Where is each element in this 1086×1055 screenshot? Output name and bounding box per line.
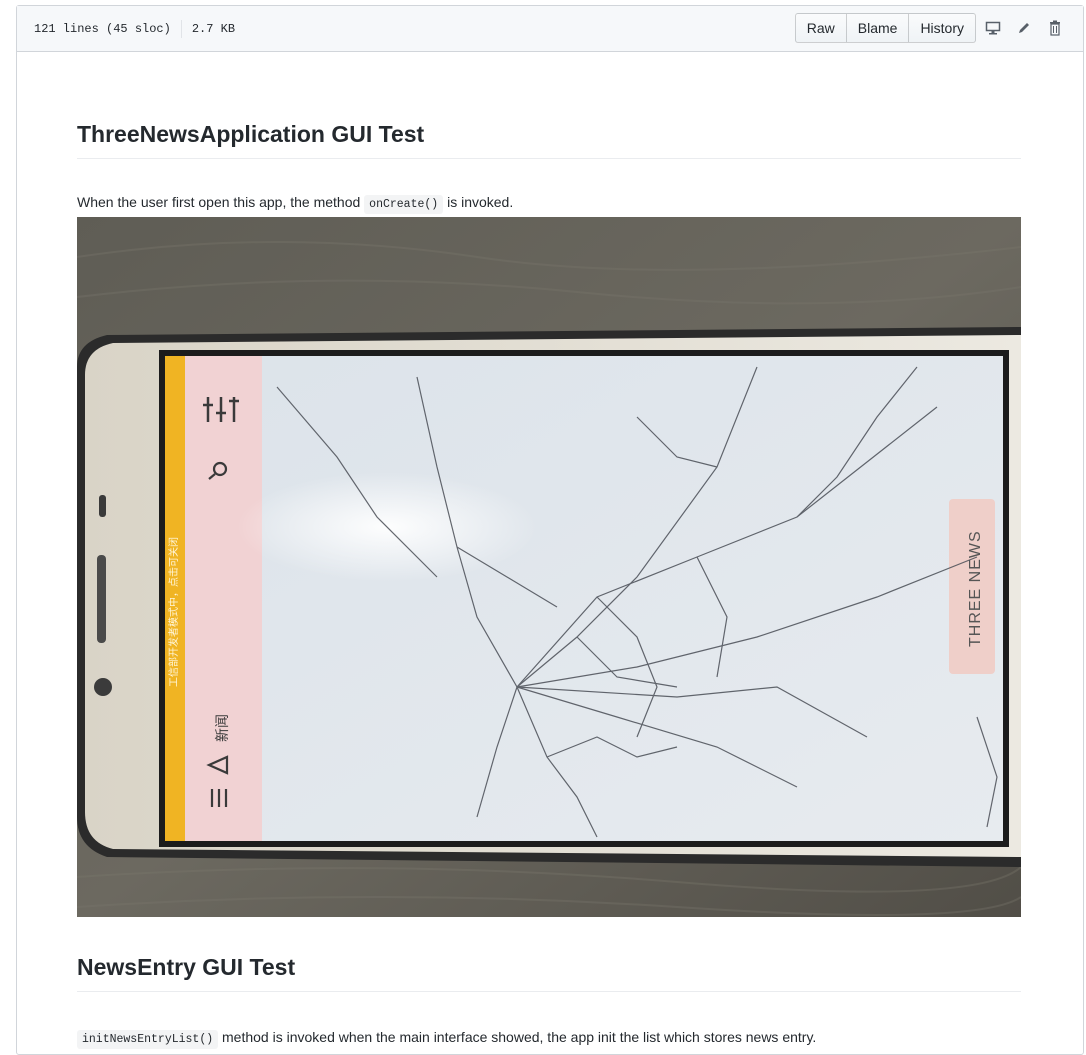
line-count: 121 lines (45 sloc) — [34, 21, 171, 36]
button-group: Raw Blame History — [794, 13, 976, 43]
paragraph-initnews: initNewsEntryList() method is invoked wh… — [77, 1027, 816, 1050]
code-initnewsentrylist: initNewsEntryList() — [77, 1030, 219, 1049]
pencil-icon[interactable] — [1010, 13, 1038, 43]
history-button[interactable]: History — [908, 13, 976, 43]
sliders-icon — [203, 397, 239, 422]
file-size: 2.7 KB — [191, 21, 236, 36]
heading-newsentry: NewsEntry GUI Test — [77, 954, 1021, 992]
paragraph-text-1: When the user first open this app, the m… — [77, 194, 365, 210]
divider — [180, 19, 182, 38]
blame-button[interactable]: Blame — [845, 13, 910, 43]
status-text: 工信部开发者模式中，点击可关闭 — [167, 537, 180, 687]
raw-button[interactable]: Raw — [794, 13, 847, 43]
file-header: 121 lines (45 sloc) 2.7 KB Raw Blame His… — [17, 6, 1083, 52]
paragraph-text-3: method is invoked when the main interfac… — [218, 1029, 817, 1045]
paragraph-oncreate: When the user first open this app, the m… — [77, 192, 513, 215]
heading-threenews: ThreeNewsApplication GUI Test — [77, 121, 1021, 159]
file-box: 121 lines (45 sloc) 2.7 KB Raw Blame His… — [16, 5, 1084, 1055]
trash-icon[interactable] — [1041, 13, 1069, 43]
desktop-icon[interactable] — [979, 13, 1007, 43]
paragraph-text-2: is invoked. — [443, 194, 514, 210]
three-news-label: THREE NEWS — [967, 530, 984, 647]
file-info: 121 lines (45 sloc) 2.7 KB — [34, 19, 236, 38]
nav-label: 新闻 — [215, 714, 231, 742]
code-oncreate: onCreate() — [364, 195, 444, 214]
file-actions: Raw Blame History — [794, 13, 1069, 43]
phone-photo: 工信部开发者模式中，点击可关闭 新闻 THREE NEWS — [77, 217, 1021, 917]
